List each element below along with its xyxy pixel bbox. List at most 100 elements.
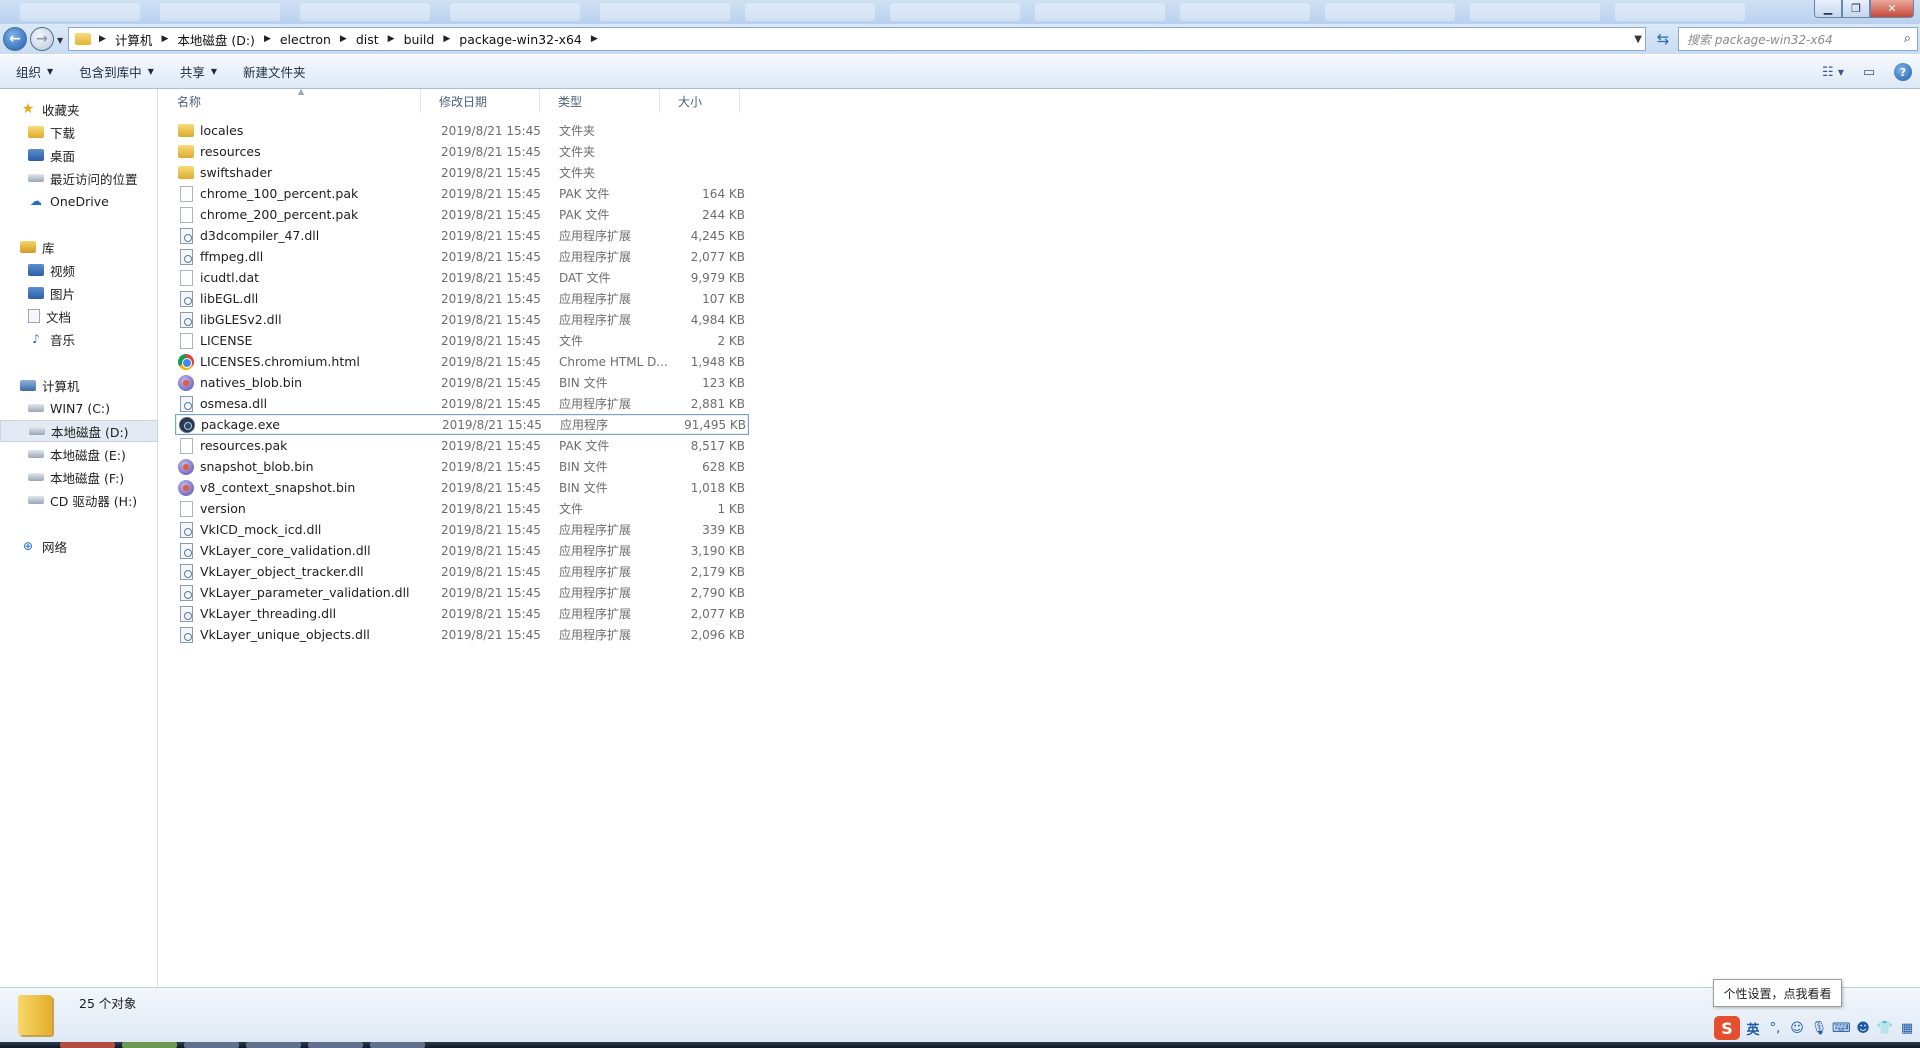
file-name-cell[interactable]: LICENSES.chromium.html xyxy=(175,353,441,370)
file-name-cell[interactable]: osmesa.dll xyxy=(175,395,441,412)
file-row[interactable]: chrome_200_percent.pak 2019/8/21 15:45 PAK… xyxy=(175,204,749,225)
close-button[interactable]: ✕ xyxy=(1870,0,1914,18)
nav-drive-d[interactable]: 本地磁盘 (D:) xyxy=(0,420,158,442)
nav-computer[interactable]: 计算机 xyxy=(0,374,158,396)
file-name-cell[interactable]: chrome_100_percent.pak xyxy=(175,185,441,202)
column-size[interactable]: 大小 xyxy=(660,89,740,113)
file-row[interactable]: resources 2019/8/21 15:45 文件夹 xyxy=(175,141,749,162)
nav-music[interactable]: ♪ 音乐 xyxy=(0,328,158,350)
breadcrumb-dist[interactable]: dist xyxy=(356,32,379,47)
file-row[interactable]: ffmpeg.dll 2019/8/21 15:45 应用程序扩展 2,077 KB xyxy=(175,246,749,267)
address-bar[interactable]: ▶ 计算机 ▶ 本地磁盘 (D:) ▶ electron ▶ dist ▶ bu… xyxy=(68,27,1646,51)
breadcrumb-build[interactable]: build xyxy=(404,32,435,47)
breadcrumb-chevron-icon[interactable]: ▶ xyxy=(340,34,347,44)
share-button[interactable]: 共享 ▼ xyxy=(170,62,227,81)
search-input[interactable]: 搜索 package-win32-x64 ⌕ xyxy=(1678,27,1918,51)
taskbar-button[interactable] xyxy=(60,1042,115,1048)
nav-desktop[interactable]: 桌面 xyxy=(0,144,158,166)
file-name-cell[interactable]: VkLayer_object_tracker.dll xyxy=(175,563,441,580)
nav-libraries[interactable]: 库 xyxy=(0,236,158,258)
skin-icon[interactable]: 👕 xyxy=(1876,1021,1894,1036)
file-row[interactable]: v8_context_snapshot.bin 2019/8/21 15:45 BI… xyxy=(175,477,749,498)
file-name-cell[interactable]: libEGL.dll xyxy=(175,290,441,307)
sogou-logo-icon[interactable]: S xyxy=(1714,1016,1740,1040)
column-name[interactable]: 名称 ▲ xyxy=(159,87,421,113)
breadcrumb-chevron-icon[interactable]: ▶ xyxy=(264,34,271,44)
file-row[interactable]: version 2019/8/21 15:45 文件 1 KB xyxy=(175,498,749,519)
file-row[interactable]: swiftshader 2019/8/21 15:45 文件夹 xyxy=(175,162,749,183)
file-name-cell[interactable]: package.exe xyxy=(176,416,442,433)
file-row[interactable]: snapshot_blob.bin 2019/8/21 15:45 BIN 文件 62… xyxy=(175,456,749,477)
file-name-cell[interactable]: v8_context_snapshot.bin xyxy=(175,479,441,496)
file-name-cell[interactable]: resources.pak xyxy=(175,437,441,454)
nav-drive-e[interactable]: 本地磁盘 (E:) xyxy=(0,443,158,465)
file-name-cell[interactable]: chrome_200_percent.pak xyxy=(175,206,441,223)
include-in-library-button[interactable]: 包含到库中 ▼ xyxy=(69,62,164,81)
file-name-cell[interactable]: VkLayer_threading.dll xyxy=(175,605,441,622)
toolbox-icon[interactable]: ▦ xyxy=(1898,1021,1916,1036)
file-name-cell[interactable]: icudtl.dat xyxy=(175,269,441,286)
taskbar-button[interactable] xyxy=(246,1042,301,1048)
address-history-dropdown-icon[interactable]: ▼ xyxy=(1634,34,1642,45)
file-name-cell[interactable]: LICENSE xyxy=(175,332,441,349)
view-options-button[interactable]: ☷ ▼ xyxy=(1822,62,1844,82)
file-row[interactable]: libGLESv2.dll 2019/8/21 15:45 应用程序扩展 4,984 … xyxy=(175,309,749,330)
preview-pane-button[interactable]: ▭ xyxy=(1858,62,1880,82)
file-row[interactable]: resources.pak 2019/8/21 15:45 PAK 文件 8,517 … xyxy=(175,435,749,456)
column-date[interactable]: 修改日期 xyxy=(421,89,540,113)
file-name-cell[interactable]: d3dcompiler_47.dll xyxy=(175,227,441,244)
file-row[interactable]: osmesa.dll 2019/8/21 15:45 应用程序扩展 2,881 KB xyxy=(175,393,749,414)
file-row[interactable]: icudtl.dat 2019/8/21 15:45 DAT 文件 9,979 KB xyxy=(175,267,749,288)
file-row[interactable]: d3dcompiler_47.dll 2019/8/21 15:45 应用程序扩展 4… xyxy=(175,225,749,246)
maximize-button[interactable]: ❐ xyxy=(1842,0,1870,18)
file-row[interactable]: chrome_100_percent.pak 2019/8/21 15:45 PAK… xyxy=(175,183,749,204)
nav-videos[interactable]: 视频 xyxy=(0,259,158,281)
breadcrumb-package-win32-x64[interactable]: package-win32-x64 xyxy=(459,32,582,47)
file-name-cell[interactable]: swiftshader xyxy=(175,165,441,180)
organize-button[interactable]: 组织 ▼ xyxy=(6,62,63,81)
refresh-button[interactable]: ⇆ xyxy=(1651,27,1675,51)
nav-onedrive[interactable]: ☁ OneDrive xyxy=(0,190,158,212)
file-row[interactable]: libEGL.dll 2019/8/21 15:45 应用程序扩展 107 KB xyxy=(175,288,749,309)
user-icon[interactable]: ☻ xyxy=(1854,1021,1872,1036)
punctuation-icon[interactable]: °, xyxy=(1766,1021,1784,1036)
nav-favorites[interactable]: ★ 收藏夹 xyxy=(0,98,158,120)
file-name-cell[interactable]: VkLayer_unique_objects.dll xyxy=(175,626,441,643)
new-folder-button[interactable]: 新建文件夹 xyxy=(233,62,316,81)
file-name-cell[interactable]: locales xyxy=(175,123,441,138)
search-icon[interactable]: ⌕ xyxy=(1904,31,1911,46)
file-row[interactable]: VkICD_mock_icd.dll 2019/8/21 15:45 应用程序扩展 3… xyxy=(175,519,749,540)
keyboard-icon[interactable]: ⌨ xyxy=(1832,1021,1851,1036)
nav-downloads[interactable]: 下载 xyxy=(0,121,158,143)
breadcrumb-chevron-icon[interactable]: ▶ xyxy=(388,34,395,44)
file-name-cell[interactable]: resources xyxy=(175,144,441,159)
emoji-icon[interactable]: ☺ xyxy=(1788,1021,1806,1036)
file-name-cell[interactable]: ffmpeg.dll xyxy=(175,248,441,265)
file-row[interactable]: VkLayer_unique_objects.dll 2019/8/21 15:4… xyxy=(175,624,749,645)
taskbar-button[interactable] xyxy=(308,1042,363,1048)
nav-pictures[interactable]: 图片 xyxy=(0,282,158,304)
file-row[interactable]: natives_blob.bin 2019/8/21 15:45 BIN 文件 123… xyxy=(175,372,749,393)
breadcrumb-electron[interactable]: electron xyxy=(280,32,331,47)
minimize-button[interactable]: ▁ xyxy=(1814,0,1842,18)
breadcrumb-computer[interactable]: 计算机 xyxy=(115,30,153,49)
breadcrumb-chevron-icon[interactable]: ▶ xyxy=(443,34,450,44)
nav-drive-h[interactable]: CD 驱动器 (H:) xyxy=(0,489,158,511)
file-row[interactable]: VkLayer_core_validation.dll 2019/8/21 15:… xyxy=(175,540,749,561)
file-name-cell[interactable]: VkLayer_core_validation.dll xyxy=(175,542,441,559)
nav-drive-f[interactable]: 本地磁盘 (F:) xyxy=(0,466,158,488)
ime-language-toggle[interactable]: 英 xyxy=(1744,1019,1762,1038)
taskbar-button[interactable] xyxy=(184,1042,239,1048)
file-row[interactable]: package.exe 2019/8/21 15:45 应用程序 91,495 KB xyxy=(175,414,749,435)
taskbar-button[interactable] xyxy=(122,1042,177,1048)
file-name-cell[interactable]: snapshot_blob.bin xyxy=(175,458,441,475)
file-row[interactable]: VkLayer_object_tracker.dll 2019/8/21 15:4… xyxy=(175,561,749,582)
file-name-cell[interactable]: VkLayer_parameter_validation.dll xyxy=(175,584,441,601)
forward-button[interactable]: → xyxy=(30,27,54,51)
nav-network[interactable]: ⊕ 网络 xyxy=(0,535,158,557)
file-row[interactable]: LICENSE 2019/8/21 15:45 文件 2 KB xyxy=(175,330,749,351)
help-button[interactable]: ? xyxy=(1894,63,1912,81)
file-name-cell[interactable]: version xyxy=(175,500,441,517)
file-row[interactable]: locales 2019/8/21 15:45 文件夹 xyxy=(175,120,749,141)
file-name-cell[interactable]: libGLESv2.dll xyxy=(175,311,441,328)
